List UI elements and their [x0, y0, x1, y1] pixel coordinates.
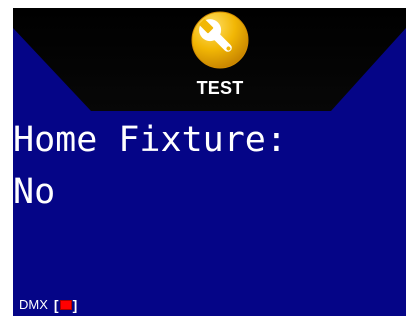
mode-label: TEST	[196, 78, 244, 98]
dmx-indicator	[59, 300, 72, 310]
dmx-bracket-open: [	[53, 297, 59, 313]
dmx-bracket-close: ]	[72, 297, 78, 313]
wrench-icon	[191, 11, 249, 69]
dmx-status: DMX [ ]	[19, 295, 77, 315]
device-screen: TEST Home Fixture: No DMX [ ]	[13, 8, 406, 316]
setting-panel: Home Fixture: No	[13, 114, 406, 218]
setting-value[interactable]: No	[13, 166, 406, 218]
setting-name: Home Fixture:	[13, 120, 287, 160]
dmx-label: DMX	[19, 297, 48, 312]
